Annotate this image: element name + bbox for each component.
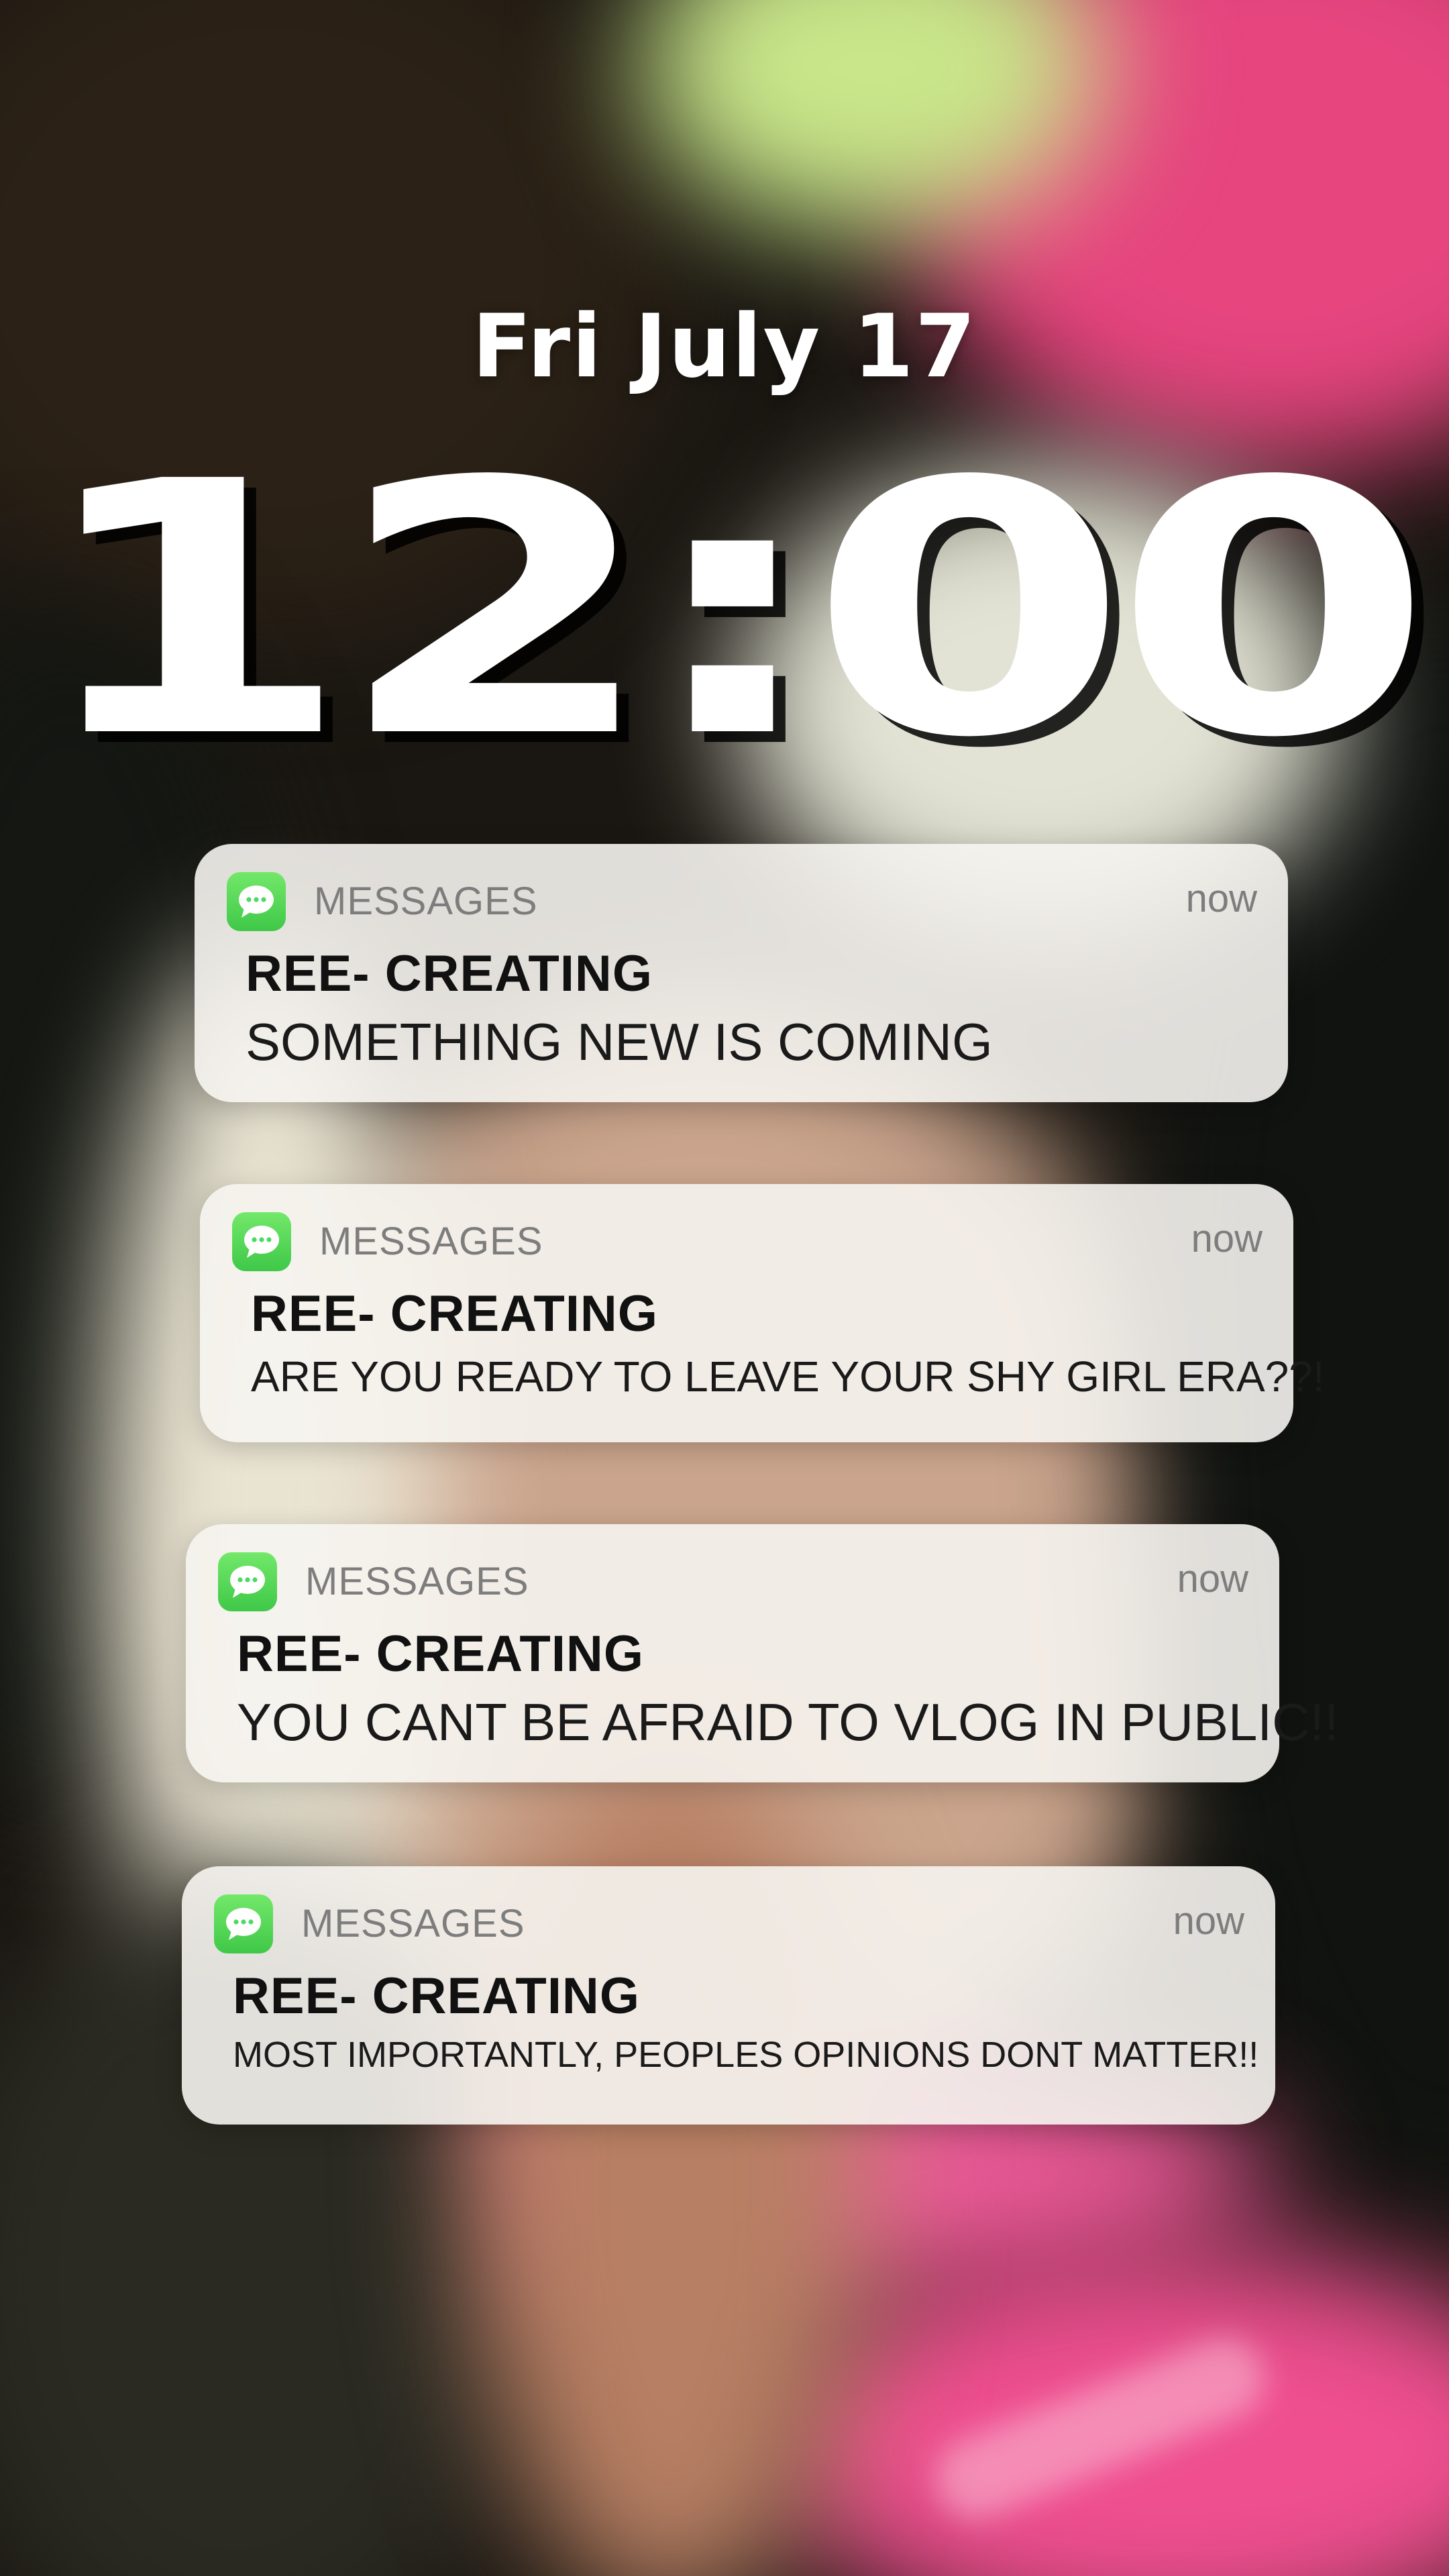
notification-card[interactable]: MESSAGES now REE- CREATING ARE YOU READY… bbox=[200, 1184, 1325, 1442]
notification-body: SOMETHING NEW IS COMING bbox=[246, 1012, 993, 1071]
notification-card[interactable]: MESSAGES now REE- CREATING SOMETHING NEW… bbox=[195, 844, 1288, 1102]
notification-app-name: MESSAGES bbox=[319, 1220, 543, 1263]
notification-card[interactable]: MESSAGES now REE- CREATING YOU CANT BE A… bbox=[186, 1524, 1339, 1782]
messages-icon bbox=[227, 872, 286, 931]
notification-body: MOST IMPORTANTLY, PEOPLES OPINIONS DONT … bbox=[233, 2035, 1259, 2075]
notification-sender: REE- CREATING bbox=[246, 945, 653, 1002]
messages-icon bbox=[232, 1212, 291, 1271]
notification-app-name: MESSAGES bbox=[314, 879, 538, 923]
notification-app-name: MESSAGES bbox=[301, 1902, 525, 1945]
notification-time: now bbox=[1177, 1557, 1248, 1601]
lock-date: Fri July 17 bbox=[472, 295, 977, 397]
notification-time: now bbox=[1185, 877, 1257, 920]
notification-time: now bbox=[1173, 1899, 1244, 1943]
lock-screen: Fri July 17 12:00 MESSAGES now REE- CREA… bbox=[0, 0, 1449, 2576]
notification-app-name: MESSAGES bbox=[305, 1560, 529, 1603]
messages-icon bbox=[214, 1894, 273, 1953]
notification-body: ARE YOU READY TO LEAVE YOUR SHY GIRL ERA… bbox=[251, 1352, 1325, 1401]
notification-sender: REE- CREATING bbox=[233, 1968, 640, 2025]
notification-card[interactable]: MESSAGES now REE- CREATING MOST IMPORTAN… bbox=[182, 1866, 1275, 2125]
messages-icon bbox=[218, 1552, 277, 1611]
notification-sender: REE- CREATING bbox=[237, 1625, 644, 1682]
notification-time: now bbox=[1191, 1217, 1263, 1260]
notification-body: YOU CANT BE AFRAID TO VLOG IN PUBLIC!! bbox=[237, 1693, 1339, 1752]
notification-sender: REE- CREATING bbox=[251, 1285, 658, 1342]
lock-time: 12:00 bbox=[31, 407, 1434, 814]
